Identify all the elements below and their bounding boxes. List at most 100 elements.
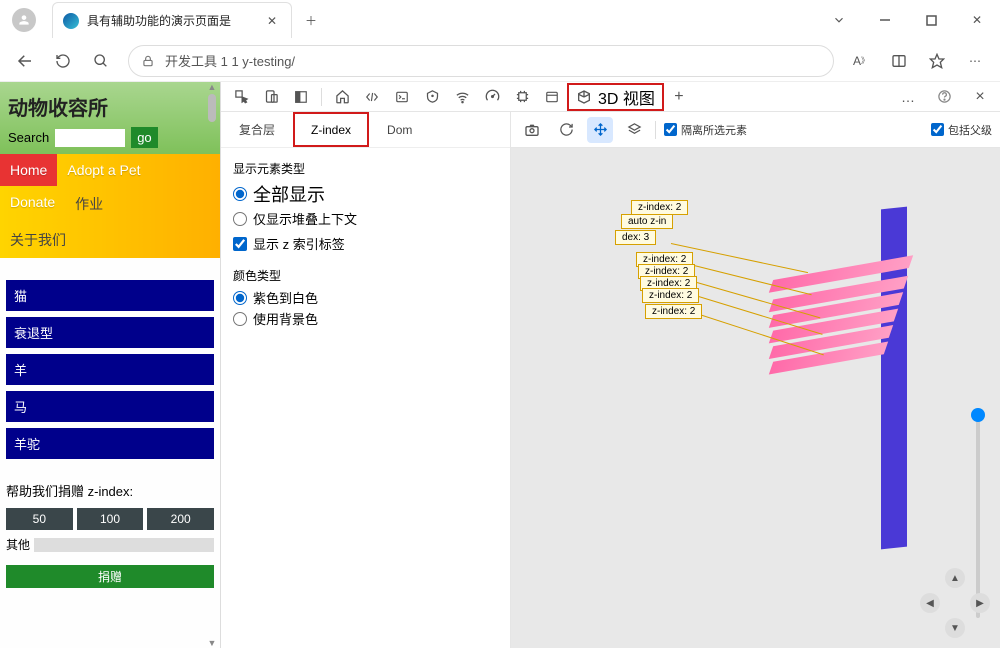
more-tabs-icon[interactable]: + bbox=[665, 84, 693, 110]
dpad-up[interactable]: ▲ bbox=[945, 568, 965, 588]
elements-tab-icon[interactable] bbox=[358, 84, 386, 110]
sources-tab-icon[interactable] bbox=[418, 84, 446, 110]
zindex-label: z-index: 2 bbox=[631, 200, 688, 215]
address-bar: 开发工具 1 1 y-testing/ A》 ⋯ bbox=[0, 40, 1000, 82]
devtools-left-pane: 复合层 Z-index Dom 显示元素类型 全部显示 仅显示堆叠上下文 显示 … bbox=[221, 112, 511, 648]
opt-purple-white[interactable]: 紫色到白色 bbox=[233, 288, 498, 307]
new-tab-button[interactable]: ＋ bbox=[296, 5, 326, 35]
amount-button[interactable]: 200 bbox=[147, 508, 214, 530]
welcome-tab-icon[interactable] bbox=[328, 84, 356, 110]
page-scrollbar[interactable]: ▲ ▼ bbox=[206, 82, 218, 648]
color-type-title: 颜色类型 bbox=[233, 267, 498, 284]
dpad-left[interactable]: ◀ bbox=[920, 593, 940, 613]
page-header: 动物收容所 Search go bbox=[0, 82, 220, 154]
category-list: 猫 衰退型 羊 马 羊驼 bbox=[0, 272, 220, 473]
edge-favicon bbox=[63, 13, 79, 29]
search-input[interactable] bbox=[55, 129, 125, 147]
subtabs: 复合层 Z-index Dom bbox=[221, 112, 510, 148]
tab-3d-label: 3D 视图 bbox=[598, 85, 655, 109]
memory-tab-icon[interactable] bbox=[508, 84, 536, 110]
category-item[interactable]: 羊 bbox=[6, 354, 214, 385]
device-icon[interactable] bbox=[257, 84, 285, 110]
amount-button[interactable]: 100 bbox=[77, 508, 144, 530]
nav-jobs[interactable]: 作业 bbox=[65, 186, 113, 222]
amount-button[interactable]: 50 bbox=[6, 508, 73, 530]
page-nav: Home Adopt a Pet Donate 作业 关于我们 bbox=[0, 154, 220, 258]
tab-close-icon[interactable]: ✕ bbox=[263, 12, 281, 30]
reset-view-icon[interactable] bbox=[553, 117, 579, 143]
network-tab-icon[interactable] bbox=[448, 84, 476, 110]
opt-show-zlabels[interactable]: 显示 z 索引标签 bbox=[233, 234, 498, 253]
devtools-close-icon[interactable]: × bbox=[966, 84, 994, 110]
back-button[interactable] bbox=[8, 44, 42, 78]
devtools-tabbar: 3D 视图 + … × bbox=[221, 82, 1000, 112]
subtab-zindex[interactable]: Z-index bbox=[293, 112, 369, 147]
devtools-panel: 3D 视图 + … × 复合层 Z-index Dom 显示元素类型 全部显示 … bbox=[220, 82, 1000, 648]
opt-show-all[interactable]: 全部显示 bbox=[233, 181, 498, 207]
category-item[interactable]: 马 bbox=[6, 391, 214, 422]
window-chevron-icon[interactable] bbox=[816, 0, 862, 40]
console-tab-icon[interactable] bbox=[388, 84, 416, 110]
nav-donate[interactable]: Donate bbox=[0, 186, 65, 222]
nav-home[interactable]: Home bbox=[0, 154, 57, 186]
nav-adopt[interactable]: Adopt a Pet bbox=[57, 154, 150, 186]
opt-stacking-only[interactable]: 仅显示堆叠上下文 bbox=[233, 209, 498, 228]
browser-tab[interactable]: 具有辅助功能的演示页面是 ✕ bbox=[52, 2, 292, 38]
zindex-label: z-index: 2 bbox=[642, 288, 699, 303]
performance-tab-icon[interactable] bbox=[478, 84, 506, 110]
window-close-icon[interactable]: ✕ bbox=[954, 0, 1000, 40]
refresh-button[interactable] bbox=[46, 44, 80, 78]
devtools-help-icon[interactable] bbox=[930, 84, 958, 110]
window-minimize-icon[interactable] bbox=[862, 0, 908, 40]
go-button[interactable]: go bbox=[131, 127, 157, 148]
profile-avatar[interactable] bbox=[12, 8, 36, 32]
zindex-label: dex: 3 bbox=[615, 230, 656, 245]
search-icon[interactable] bbox=[84, 44, 118, 78]
tab-title: 具有辅助功能的演示页面是 bbox=[87, 12, 263, 29]
reader-icon[interactable] bbox=[882, 44, 916, 78]
other-amount-input[interactable] bbox=[34, 538, 214, 552]
subtab-dom[interactable]: Dom bbox=[369, 112, 430, 147]
isolate-checkbox[interactable]: 隔离所选元素 bbox=[664, 122, 747, 138]
url-text: 开发工具 1 1 y-testing/ bbox=[165, 51, 295, 70]
3d-visualization[interactable]: z-index: 2 auto z-in dex: 3 z-index: 2 z… bbox=[511, 148, 1000, 648]
category-item[interactable]: 猫 bbox=[6, 280, 214, 311]
layers-icon[interactable] bbox=[621, 117, 647, 143]
devtools-more-icon[interactable]: … bbox=[894, 84, 922, 110]
favorites-icon[interactable] bbox=[920, 44, 954, 78]
window-titlebar: 具有辅助功能的演示页面是 ✕ ＋ ✕ bbox=[0, 0, 1000, 40]
scroll-down-arrow[interactable]: ▼ bbox=[206, 638, 218, 648]
screenshot-icon[interactable] bbox=[519, 117, 545, 143]
subtab-layers[interactable]: 复合层 bbox=[221, 112, 293, 147]
tab-3d-view[interactable]: 3D 视图 bbox=[568, 84, 663, 110]
address-input[interactable]: 开发工具 1 1 y-testing/ bbox=[128, 45, 834, 77]
donate-button[interactable]: 捐赠 bbox=[6, 565, 214, 588]
devtools-3d-viewport[interactable]: 隔离所选元素 包括父级 bbox=[511, 112, 1000, 648]
include-parents-checkbox[interactable]: 包括父级 bbox=[931, 122, 992, 138]
window-maximize-icon[interactable] bbox=[908, 0, 954, 40]
category-item[interactable]: 衰退型 bbox=[6, 317, 214, 348]
dock-icon[interactable] bbox=[287, 84, 315, 110]
page-title: 动物收容所 bbox=[8, 92, 212, 121]
reading-mode-icon[interactable]: A》 bbox=[844, 44, 878, 78]
zindex-label: z-index: 2 bbox=[645, 304, 702, 319]
zindex-label: auto z-in bbox=[621, 214, 673, 229]
category-item[interactable]: 羊驼 bbox=[6, 428, 214, 459]
nav-about[interactable]: 关于我们 bbox=[0, 222, 76, 258]
donate-help-text: 帮助我们捐赠 z-index: bbox=[6, 481, 214, 500]
zoom-slider-knob[interactable] bbox=[971, 408, 985, 422]
opt-use-bg[interactable]: 使用背景色 bbox=[233, 309, 498, 328]
viewport-toolbar: 隔离所选元素 包括父级 bbox=[511, 112, 1000, 148]
pan-icon[interactable] bbox=[587, 117, 613, 143]
dpad-down[interactable]: ▼ bbox=[945, 618, 965, 638]
inspect-icon[interactable] bbox=[227, 84, 255, 110]
page-content: 动物收容所 Search go Home Adopt a Pet Donate … bbox=[0, 82, 220, 648]
search-label: Search bbox=[8, 130, 49, 145]
dpad-right[interactable]: ▶ bbox=[970, 593, 990, 613]
pan-dpad: ▲ ▼ ◀ ▶ bbox=[920, 568, 990, 638]
menu-icon[interactable]: ⋯ bbox=[958, 44, 992, 78]
scroll-up-arrow[interactable]: ▲ bbox=[206, 82, 218, 92]
application-tab-icon[interactable] bbox=[538, 84, 566, 110]
lock-icon bbox=[141, 54, 155, 68]
scroll-thumb[interactable] bbox=[208, 94, 216, 122]
